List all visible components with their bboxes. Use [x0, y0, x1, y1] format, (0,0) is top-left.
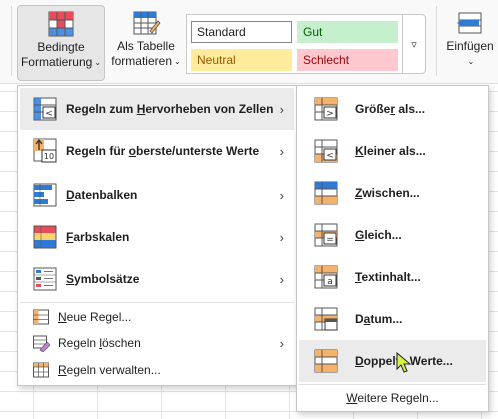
chevron-down-icon: ⌄ [467, 57, 475, 66]
style-gut[interactable]: Gut [297, 21, 398, 43]
submenu-item-greater-than[interactable]: > Größer als... [299, 88, 486, 130]
cell-styles-gallery: Standard Gut Neutral Schlecht [186, 14, 405, 74]
more-rules-key: W [346, 391, 358, 405]
submenu-item-text-contains[interactable]: a Textinhalt... [299, 256, 486, 298]
style-neutral[interactable]: Neutral [191, 49, 292, 71]
more-rules-link[interactable]: Weitere Regeln... [299, 385, 486, 411]
menu-item-icon-sets[interactable]: Symbolsätze › [20, 258, 294, 300]
insert-cells-icon [457, 12, 482, 34]
conditional-formatting-icon [48, 11, 74, 37]
submenu-item-equal-to[interactable]: = Gleich... [299, 214, 486, 256]
duplicate-values-icon [314, 349, 338, 373]
menu-item-label: Regeln verwalten... [58, 363, 161, 377]
chevron-down-icon: ⌄ [174, 57, 181, 66]
data-bars-icon [33, 183, 57, 207]
menu-item-label: Regeln löschen [58, 336, 141, 350]
highlight-cells-submenu: > Größer als... < Kleiner als... Zwische… [296, 85, 489, 412]
chevron-right-icon: › [279, 187, 284, 203]
insert-label: Einfügen [446, 39, 494, 53]
insert-button[interactable]: Einfügen ⌄ [442, 5, 498, 81]
submenu-item-duplicate-values[interactable]: Doppelte Werte... [299, 340, 486, 382]
menu-item-color-scales[interactable]: Farbskalen › [20, 216, 294, 258]
menu-item-label: Farbskalen [66, 230, 130, 244]
between-icon [314, 181, 338, 205]
date-occurring-icon [314, 307, 338, 331]
menu-item-new-rule[interactable]: Neue Regel... [20, 304, 294, 330]
gallery-more-button[interactable]: ▿ [402, 14, 426, 74]
menu-item-label: Datenbalken [66, 188, 138, 202]
format-as-table-button[interactable]: Als Tabelle formatieren ⌄ [108, 5, 184, 81]
style-standard-label: Standard [197, 25, 246, 39]
highlight-cells-rules-icon: < [33, 97, 57, 121]
conditional-formatting-label-2: Formatierung [20, 55, 93, 69]
menu-item-top-bottom-rules[interactable]: 10 Regeln für oberste/unterste Werte › [20, 130, 294, 172]
submenu-item-less-than[interactable]: < Kleiner als... [299, 130, 486, 172]
chevron-right-icon: › [279, 335, 284, 351]
svg-text:>: > [326, 109, 334, 119]
submenu-item-between[interactable]: Zwischen... [299, 172, 486, 214]
menu-item-manage-rules[interactable]: Regeln verwalten... [20, 357, 294, 383]
svg-text:=: = [326, 235, 334, 245]
new-rule-icon [33, 309, 49, 325]
ribbon: Bedingte Formatierung ⌄ Als Tabelle forma… [0, 0, 498, 84]
top-bottom-rules-icon: 10 [33, 138, 57, 163]
format-as-table-icon [133, 11, 161, 35]
submenu-item-label: Kleiner als... [355, 144, 426, 158]
less-than-icon: < [314, 139, 338, 163]
submenu-item-label: Gleich... [355, 228, 402, 242]
clear-rules-icon [33, 335, 50, 352]
menu-item-highlight-cells-rules[interactable]: < Regeln zum Hervorheben von Zellen › [20, 88, 294, 130]
style-standard[interactable]: Standard [191, 21, 292, 43]
format-as-table-label-2: formatieren [111, 54, 172, 68]
color-scales-icon [33, 225, 57, 249]
svg-text:a: a [327, 277, 333, 287]
submenu-item-label: Doppelte Werte... [355, 354, 453, 368]
menu-item-clear-rules[interactable]: Regeln löschen › [20, 330, 294, 356]
more-rules-post: eitere Regeln... [357, 391, 439, 405]
style-neutral-label: Neutral [197, 53, 236, 67]
chevron-right-icon: › [279, 271, 284, 287]
submenu-item-label: Größer als... [355, 102, 426, 116]
format-as-table-label-1: Als Tabelle [117, 39, 175, 53]
style-schlecht-label: Schlecht [303, 53, 350, 67]
submenu-item-label: Textinhalt... [355, 270, 421, 284]
icon-sets-icon [33, 267, 57, 291]
menu-divider [20, 302, 294, 303]
ribbon-separator [11, 6, 12, 76]
menu-item-label: Symbolsätze [66, 272, 140, 286]
ribbon-separator [436, 6, 437, 76]
conditional-formatting-label-1: Bedingte [37, 40, 85, 54]
conditional-formatting-menu: < Regeln zum Hervorheben von Zellen › 10… [17, 85, 297, 386]
chevron-right-icon: › [279, 229, 284, 245]
menu-item-label: Regeln zum Hervorheben von Zellen [66, 102, 274, 116]
more-styles-icon: ▿ [411, 39, 417, 51]
menu-item-label: Regeln für oberste/unterste Werte [66, 144, 260, 158]
svg-text:10: 10 [44, 152, 54, 161]
style-gut-label: Gut [303, 25, 323, 39]
mouse-cursor-icon [396, 352, 412, 373]
menu-item-data-bars[interactable]: Datenbalken › [20, 174, 294, 216]
style-schlecht[interactable]: Schlecht [297, 49, 398, 71]
submenu-item-date-occurring[interactable]: Datum... [299, 298, 486, 340]
submenu-item-label: Zwischen... [355, 186, 420, 200]
svg-text:<: < [45, 109, 53, 119]
text-contains-icon: a [314, 265, 338, 289]
conditional-formatting-button[interactable]: Bedingte Formatierung ⌄ [17, 5, 105, 81]
greater-than-icon: > [314, 97, 338, 121]
chevron-right-icon: › [279, 101, 284, 117]
submenu-item-label: Datum... [355, 312, 403, 326]
svg-text:<: < [326, 151, 334, 161]
chevron-down-icon: ⌄ [94, 58, 102, 67]
menu-item-label: Neue Regel... [58, 310, 132, 324]
manage-rules-icon [33, 362, 49, 378]
chevron-right-icon: › [279, 143, 284, 159]
equal-to-icon: = [314, 223, 338, 247]
